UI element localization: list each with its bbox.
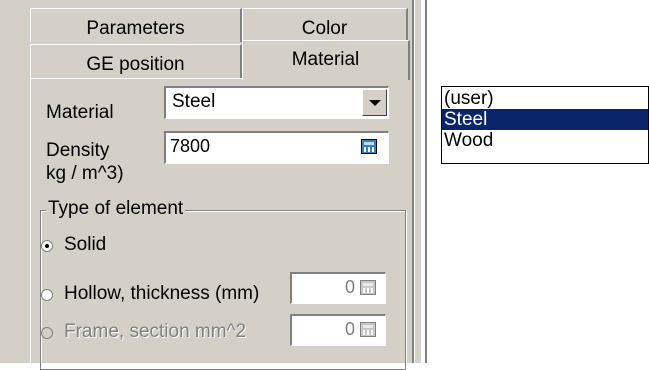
panel-divider-outer xyxy=(425,0,427,363)
section-input[interactable]: 0 xyxy=(290,314,386,346)
tab-material-label: Material xyxy=(291,49,360,70)
list-item-wood[interactable]: Wood xyxy=(442,130,648,151)
radio-hollow-label: Hollow, thickness (mm) xyxy=(64,283,260,304)
section-value: 0 xyxy=(344,319,355,339)
chevron-down-icon xyxy=(369,100,381,106)
radio-solid-label: Solid xyxy=(64,234,107,255)
radio-hollow[interactable] xyxy=(41,289,53,301)
radio-frame-label: Frame, section mm^2 xyxy=(64,321,247,342)
density-unit-label: kg / m^3) xyxy=(46,163,124,184)
list-item-user[interactable]: (user) xyxy=(442,88,648,109)
density-label: Density xyxy=(46,140,110,161)
radio-frame[interactable] xyxy=(41,327,53,339)
tab-color-label: Color xyxy=(301,18,348,39)
material-dropdown-button[interactable] xyxy=(362,89,387,116)
calculator-icon[interactable] xyxy=(361,139,377,154)
calculator-icon[interactable] xyxy=(360,322,376,337)
thickness-input[interactable]: 0 xyxy=(290,272,386,304)
density-value: 7800 xyxy=(170,136,211,156)
element-type-title: Type of element xyxy=(46,198,186,220)
list-item-steel[interactable]: Steel xyxy=(442,109,648,130)
thickness-value: 0 xyxy=(344,277,355,297)
tab-parameters[interactable]: Parameters xyxy=(30,8,242,42)
material-select[interactable]: Steel xyxy=(164,86,389,119)
material-dropdown-list[interactable]: (user) Steel Wood xyxy=(441,86,649,164)
tab-ge-position[interactable]: GE position xyxy=(30,44,242,78)
calculator-icon[interactable] xyxy=(360,280,376,295)
tab-color[interactable]: Color xyxy=(242,8,408,42)
radio-solid[interactable] xyxy=(41,240,53,252)
material-label: Material xyxy=(46,102,114,123)
panel-divider xyxy=(412,0,415,363)
material-select-value: Steel xyxy=(172,91,216,112)
tab-parameters-label: Parameters xyxy=(86,18,185,39)
tab-ge-position-label: GE position xyxy=(86,54,185,75)
density-input[interactable]: 7800 xyxy=(164,131,389,164)
tab-material[interactable]: Material xyxy=(242,40,410,80)
